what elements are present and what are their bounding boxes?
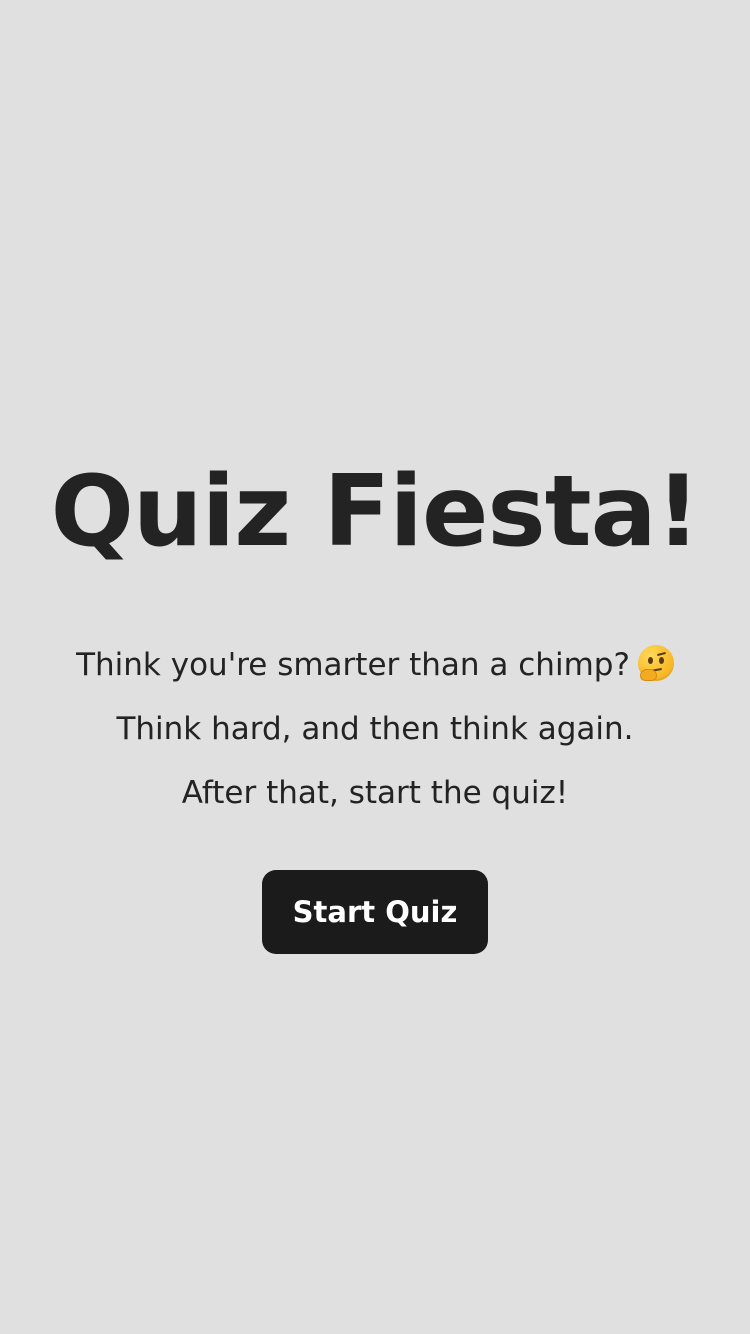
- thinking-face-left-eye: [647, 657, 653, 664]
- quiz-start-screen: Quiz Fiesta! Think you're smarter than a…: [0, 0, 750, 1334]
- intro-line-3: After that, start the quiz!: [181, 775, 569, 811]
- intro-line-1: Think you're smarter than a chimp?: [0, 633, 750, 697]
- thinking-face-hand: [639, 669, 657, 681]
- intro-line-2: Think hard, and then think again.: [116, 711, 634, 747]
- thinking-face-icon: [637, 645, 674, 681]
- thinking-face-brow: [656, 651, 667, 657]
- intro-text: Think you're smarter than a chimp? Think…: [0, 633, 750, 825]
- page-title: Quiz Fiesta!: [50, 455, 701, 569]
- start-quiz-button[interactable]: Start Quiz: [262, 870, 488, 954]
- thinking-face-right-eye: [658, 657, 664, 664]
- intro-line-1-text: Think you're smarter than a chimp?: [76, 647, 630, 683]
